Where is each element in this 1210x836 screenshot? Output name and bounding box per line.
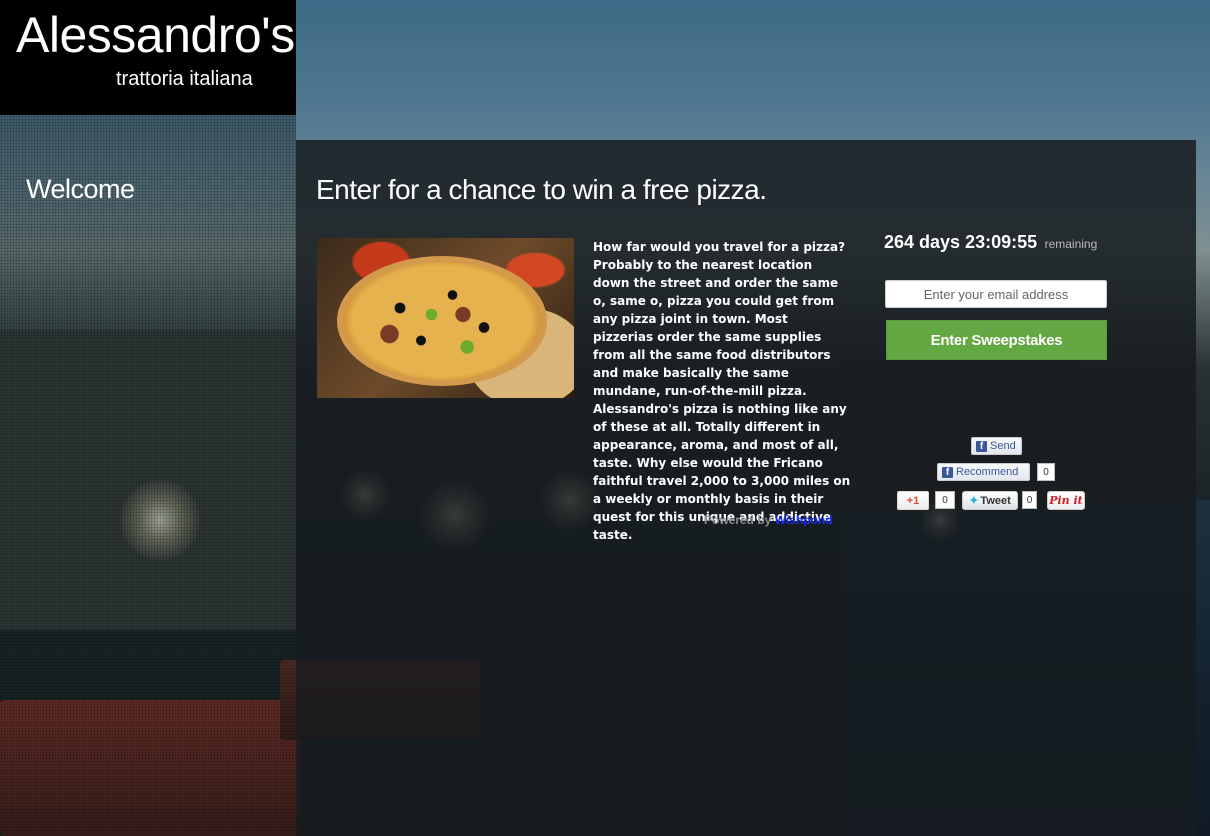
google-plus-button[interactable]: +1	[897, 491, 929, 510]
pizza	[337, 256, 547, 386]
logo-subtitle: trattoria italiana	[116, 68, 253, 90]
facebook-send-button[interactable]: f Send	[971, 437, 1022, 455]
sidebar	[0, 115, 296, 836]
pizza-image	[317, 238, 574, 398]
sidebar-title: Welcome	[26, 174, 135, 204]
email-field[interactable]	[885, 280, 1107, 308]
twitter-bird-icon: ✦	[969, 495, 979, 507]
facebook-send-label: Send	[990, 440, 1016, 452]
google-plus-label: +1	[906, 494, 920, 507]
powered-by: Powered by Wishpond	[704, 513, 833, 527]
pinterest-pin-button[interactable]: Pin it	[1047, 491, 1085, 510]
enter-sweepstakes-button[interactable]: Enter Sweepstakes	[886, 320, 1107, 360]
countdown-time: 264 days 23:09:55	[884, 232, 1038, 252]
countdown-remaining-label: remaining	[1044, 237, 1098, 251]
powered-by-label: Powered by	[704, 513, 772, 527]
logo[interactable]: Alessandro's trattoria italiana	[0, 0, 296, 115]
pinterest-pin-label: Pin it	[1049, 494, 1083, 507]
logo-name: Alessandro's	[16, 7, 295, 63]
facebook-recommend-label: Recommend	[956, 466, 1019, 478]
facebook-recommend-count: 0	[1037, 463, 1055, 481]
tweet-button[interactable]: ✦ Tweet	[962, 491, 1018, 510]
facebook-recommend-button[interactable]: f Recommend	[937, 463, 1030, 481]
facebook-icon: f	[942, 466, 953, 478]
tweet-label: Tweet	[980, 494, 1011, 507]
page-title: Enter for a chance to win a free pizza.	[316, 174, 767, 205]
description-text: How far would you travel for a pizza? Pr…	[593, 240, 851, 542]
facebook-icon: f	[976, 440, 987, 452]
google-plus-count: 0	[935, 491, 955, 509]
countdown: 264 days 23:09:55 remaining	[884, 232, 1097, 253]
wishpond-link[interactable]: Wishpond	[775, 513, 833, 527]
tweet-count: 0	[1022, 491, 1037, 509]
sweepstakes-panel: Enter for a chance to win a free pizza. …	[296, 140, 1196, 836]
